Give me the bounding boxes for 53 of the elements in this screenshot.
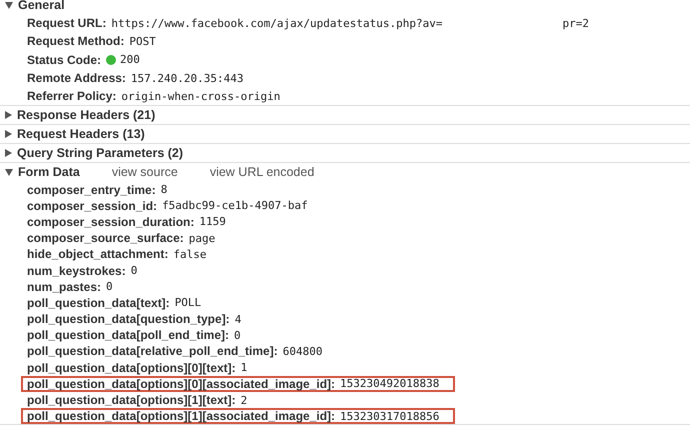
field-value: f5adbc99-ce1b-4907-baf [162,199,308,212]
field-value: https://www.facebook.com/ajax/updatestatus.php?av= [111,16,442,30]
collapse-triangle-icon[interactable] [5,2,13,8]
field-label: poll_question_data[options][1][text]: [27,393,236,408]
field-value: 1159 [199,215,226,228]
field-value: 604800 [282,344,322,358]
field-value: 157.240.20.35:443 [130,72,244,85]
field-value: POST [129,34,156,48]
section-header[interactable]: General [18,0,65,12]
field-value: 0 [130,264,138,278]
field-value: origin-when-cross-origin [121,90,280,103]
field-label: hide_object_attachment: [27,247,168,262]
field-value: 200 [120,53,140,66]
field-value: 2 [240,394,248,407]
field-label: Request URL: [27,16,106,30]
field-label: poll_question_data[poll_end_time]: [27,328,230,342]
view-link[interactable]: view URL encoded [210,165,314,180]
field-value: page [188,232,216,245]
field-label: poll_question_data[options][0][associated_image_id]: [27,376,336,391]
view-link[interactable]: view source [112,165,178,180]
field-label: poll_question_data[options][1][associated_image_id]: [27,409,336,424]
field-value: false [173,248,206,261]
field-label: composer_session_duration: [27,214,194,229]
field-value: 0 [234,328,241,342]
field-label: poll_question_data[text]: [27,296,170,310]
field-value: 8 [160,183,168,196]
field-value: 0 [106,280,113,294]
field-label: composer_source_surface: [27,231,184,246]
field-value: pr=2 [562,16,589,30]
expand-triangle-icon[interactable] [5,130,12,138]
field-label: num_keystrokes: [27,264,126,278]
field-value: POLL [174,296,202,310]
field-label: poll_question_data[relative_poll_end_time]: [27,344,278,358]
section-header[interactable]: Form Data [18,165,80,180]
field-label: poll_question_data[options][0][text]: [27,360,236,375]
field-label: Request Method: [27,34,124,48]
expand-triangle-icon[interactable] [5,149,12,158]
field-label: composer_entry_time: [27,182,156,197]
field-label: Referrer Policy: [27,89,116,104]
section-header[interactable]: Response Headers (21) [17,108,156,122]
field-label: poll_question_data[question_type]: [27,312,230,326]
field-value: 153230492018838 [340,377,440,390]
field-label: num_pastes: [27,280,102,294]
field-value: 153230317018856 [340,410,440,423]
section-header[interactable]: Request Headers (13) [17,127,145,142]
section-header[interactable]: Query String Parameters (2) [17,146,184,160]
collapse-triangle-icon[interactable] [5,168,13,176]
field-label: Remote Address: [27,71,126,86]
field-label: composer_session_id: [27,198,158,213]
field-label: Status Code: [27,52,102,67]
field-value: 1 [240,361,248,374]
expand-triangle-icon[interactable] [5,111,12,120]
field-value: 4 [234,312,242,326]
